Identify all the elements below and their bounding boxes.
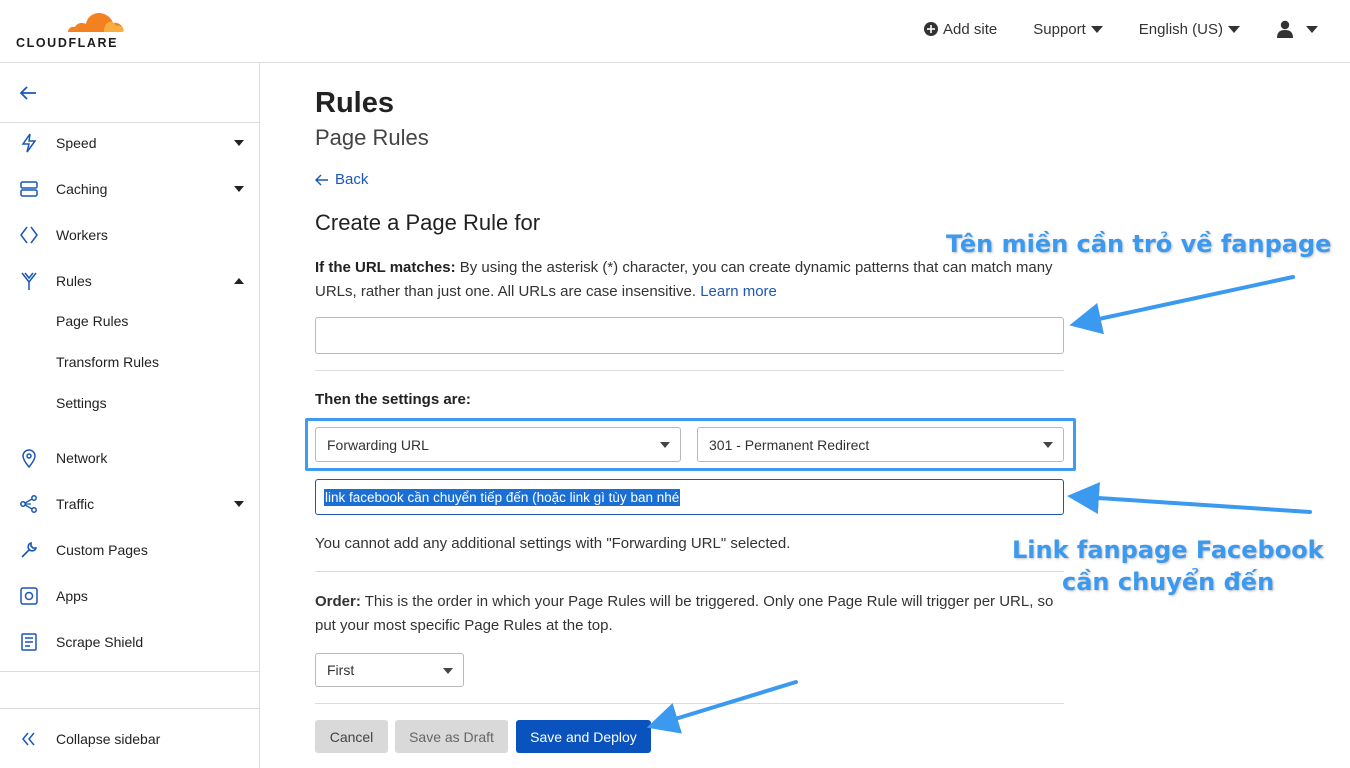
sidebar-item-workers[interactable]: Workers bbox=[0, 220, 259, 250]
sidebar-item-label: Traffic bbox=[56, 496, 95, 512]
create-rule-heading: Create a Page Rule for bbox=[315, 210, 541, 235]
sidebar-item-label: Apps bbox=[56, 588, 88, 604]
status-code-value: 301 - Permanent Redirect bbox=[709, 436, 870, 453]
sidebar-divider bbox=[0, 122, 259, 123]
sidebar-item-traffic[interactable]: Traffic bbox=[0, 489, 259, 519]
domain-annotation: Tên miền cần trỏ về fanpage bbox=[946, 230, 1332, 258]
arrow-to-forwarding-input bbox=[1067, 482, 1312, 515]
chevron-down-icon bbox=[1228, 25, 1240, 33]
settings-label: Then the settings are: bbox=[315, 391, 471, 408]
page-title: Rules bbox=[315, 87, 394, 119]
cancel-button[interactable]: Cancel bbox=[315, 720, 388, 753]
collapse-sidebar-label: Collapse sidebar bbox=[56, 731, 161, 747]
workers-icon bbox=[20, 226, 38, 244]
apps-icon bbox=[20, 587, 38, 605]
arrow-to-url-input bbox=[1069, 275, 1295, 335]
chevron-down-icon bbox=[1090, 25, 1103, 33]
language-label: English (US) bbox=[1138, 20, 1223, 38]
divider bbox=[315, 370, 1064, 371]
sidebar-item-label: Workers bbox=[56, 227, 108, 243]
chevron-down-icon bbox=[1043, 442, 1053, 448]
url-match-description: If the URL matches: By using the asteris… bbox=[315, 256, 1055, 304]
add-site-label: Add site bbox=[943, 20, 998, 38]
add-site-button[interactable]: Add site bbox=[924, 21, 997, 38]
sidebar-item-scrape-shield[interactable]: Scrape Shield bbox=[0, 627, 259, 657]
traffic-icon bbox=[20, 495, 37, 513]
chevron-down-icon bbox=[234, 186, 244, 192]
order-select[interactable]: First bbox=[315, 653, 464, 687]
server-icon bbox=[20, 181, 38, 197]
sidebar-item-network[interactable]: Network bbox=[0, 443, 259, 473]
divider bbox=[315, 571, 1064, 572]
support-menu[interactable]: Support bbox=[1033, 21, 1103, 38]
plus-circle-icon bbox=[924, 22, 939, 36]
chevron-down-icon bbox=[234, 501, 244, 507]
order-select-value: First bbox=[327, 662, 355, 678]
chevron-down-icon bbox=[660, 442, 670, 448]
link-annotation-line1: Link fanpage Facebook bbox=[1012, 536, 1324, 564]
order-text: This is the order in which your Page Rul… bbox=[315, 593, 1054, 634]
arrow-left-icon[interactable] bbox=[18, 83, 38, 103]
save-draft-button[interactable]: Save as Draft bbox=[395, 720, 508, 753]
url-match-input[interactable] bbox=[315, 317, 1064, 354]
support-label: Support bbox=[1033, 20, 1086, 38]
order-description: Order: This is the order in which your P… bbox=[315, 590, 1055, 638]
document-icon bbox=[21, 633, 37, 651]
chevron-down-icon bbox=[234, 140, 244, 146]
sidebar-item-custom-pages[interactable]: Custom Pages bbox=[0, 535, 259, 565]
sidebar-subitem-page-rules[interactable]: Page Rules bbox=[56, 313, 128, 329]
sidebar-item-caching[interactable]: Caching bbox=[0, 174, 259, 204]
cloudflare-logo[interactable]: CLOUDFLARE bbox=[16, 10, 126, 50]
sidebar-subitem-settings[interactable]: Settings bbox=[56, 395, 107, 411]
sidebar-item-rules[interactable]: Rules bbox=[0, 266, 259, 296]
status-code-select[interactable]: 301 - Permanent Redirect bbox=[697, 427, 1064, 462]
top-nav: Add site Support English (US) bbox=[924, 20, 1318, 38]
setting-select[interactable]: Forwarding URL bbox=[315, 427, 681, 462]
sidebar-item-label: Rules bbox=[56, 273, 92, 289]
lightning-icon bbox=[21, 133, 37, 153]
divider bbox=[315, 703, 1064, 704]
sidebar-item-label: Caching bbox=[56, 181, 108, 197]
learn-more-link[interactable]: Learn more bbox=[700, 283, 777, 300]
link-annotation-line2: cần chuyển đến bbox=[1062, 568, 1275, 596]
language-menu[interactable]: English (US) bbox=[1139, 21, 1240, 38]
forwarding-note: You cannot add any additional settings w… bbox=[315, 535, 791, 552]
sidebar-item-label: Network bbox=[56, 450, 108, 466]
page-subtitle: Page Rules bbox=[315, 125, 429, 150]
save-deploy-button[interactable]: Save and Deploy bbox=[516, 720, 651, 753]
sidebar-item-label: Custom Pages bbox=[56, 542, 148, 558]
sidebar-item-label: Speed bbox=[56, 135, 97, 151]
chevron-down-icon bbox=[1306, 25, 1318, 33]
url-match-label: If the URL matches: bbox=[315, 259, 456, 276]
sidebar-subitem-transform-rules[interactable]: Transform Rules bbox=[56, 354, 159, 370]
forwarding-url-value: link facebook cần chuyển tiếp đến (hoặc … bbox=[324, 488, 681, 506]
logo-text: CLOUDFLARE bbox=[16, 36, 119, 50]
sidebar-item-speed[interactable]: Speed bbox=[0, 128, 259, 158]
collapse-sidebar-button[interactable]: Collapse sidebar bbox=[0, 724, 259, 754]
arrow-left-icon bbox=[315, 174, 328, 185]
user-menu[interactable] bbox=[1276, 20, 1318, 38]
cloud-logo-icon bbox=[68, 13, 124, 32]
forwarding-url-input[interactable]: link facebook cần chuyển tiếp đến (hoặc … bbox=[315, 479, 1064, 515]
chevron-up-icon bbox=[234, 278, 244, 284]
rules-icon bbox=[21, 272, 37, 290]
sidebar-divider bbox=[0, 708, 259, 709]
sidebar-divider bbox=[0, 671, 259, 672]
chevron-down-icon bbox=[443, 668, 453, 674]
user-icon bbox=[1277, 20, 1293, 38]
sidebar: Speed Caching Workers Rules Page Rules T… bbox=[0, 63, 260, 768]
sidebar-item-apps[interactable]: Apps bbox=[0, 581, 259, 611]
top-header: CLOUDFLARE Add site Support English (US) bbox=[0, 0, 1350, 63]
back-label: Back bbox=[335, 171, 369, 188]
order-label: Order: bbox=[315, 593, 361, 610]
sidebar-item-label: Scrape Shield bbox=[56, 634, 144, 650]
setting-select-value: Forwarding URL bbox=[327, 436, 429, 453]
back-link[interactable]: Back bbox=[315, 171, 368, 188]
location-pin-icon bbox=[22, 449, 36, 468]
wrench-icon bbox=[21, 541, 38, 558]
double-chevron-left-icon bbox=[22, 732, 35, 746]
